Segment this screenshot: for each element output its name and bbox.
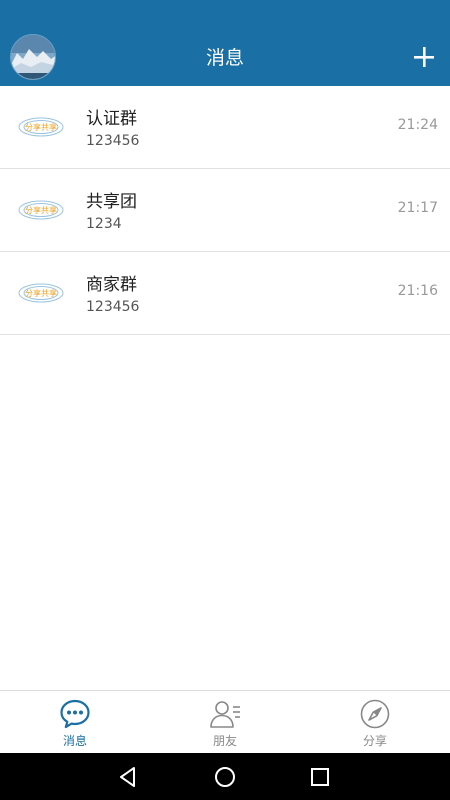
conversation-list: 分享共享 认证群 123456 21:24 分享共享 共享团 1234 21:1… <box>0 86 450 335</box>
home-icon[interactable] <box>212 764 238 790</box>
group-logo-icon: 分享共享 <box>18 200 64 220</box>
svg-text:分享共享: 分享共享 <box>25 122 57 132</box>
app-header: 消息 <box>0 30 450 86</box>
conversation-item[interactable]: 分享共享 商家群 123456 21:16 <box>0 252 450 335</box>
contacts-icon <box>210 701 240 728</box>
system-nav-bar <box>0 753 450 800</box>
conversation-time: 21:17 <box>397 200 438 216</box>
conversation-item[interactable]: 分享共享 认证群 123456 21:24 <box>0 86 450 169</box>
tab-messages[interactable]: 消息 <box>0 691 150 754</box>
conversation-time: 21:24 <box>397 117 438 133</box>
recent-apps-icon[interactable] <box>307 764 333 790</box>
tab-label: 消息 <box>62 734 87 748</box>
tab-friends[interactable]: 朋友 <box>150 691 300 754</box>
conversation-name: 商家群 <box>86 275 137 295</box>
page-title: 消息 <box>205 47 244 69</box>
conversation-name: 共享团 <box>86 192 137 212</box>
plus-icon <box>414 47 434 67</box>
compass-icon <box>360 699 390 729</box>
status-bar-area <box>0 0 450 30</box>
tab-label: 分享 <box>362 734 387 748</box>
conversation-time: 21:16 <box>397 283 438 299</box>
svg-text:分享共享: 分享共享 <box>25 288 57 298</box>
tab-share[interactable]: 分享 <box>300 691 450 754</box>
conversation-item[interactable]: 分享共享 共享团 1234 21:17 <box>0 169 450 252</box>
svg-text:分享共享: 分享共享 <box>25 205 57 215</box>
add-button[interactable] <box>406 39 442 75</box>
tab-label: 朋友 <box>212 734 237 748</box>
group-logo-icon: 分享共享 <box>18 283 64 303</box>
conversation-subtitle: 123456 <box>86 299 140 315</box>
conversation-subtitle: 123456 <box>86 133 140 149</box>
chat-bubble-icon <box>60 699 90 729</box>
group-logo-icon: 分享共享 <box>18 117 64 137</box>
bottom-nav: 消息 朋友 分享 <box>0 690 450 753</box>
back-icon[interactable] <box>115 764 141 790</box>
conversation-subtitle: 1234 <box>86 216 122 232</box>
conversation-name: 认证群 <box>86 109 137 129</box>
